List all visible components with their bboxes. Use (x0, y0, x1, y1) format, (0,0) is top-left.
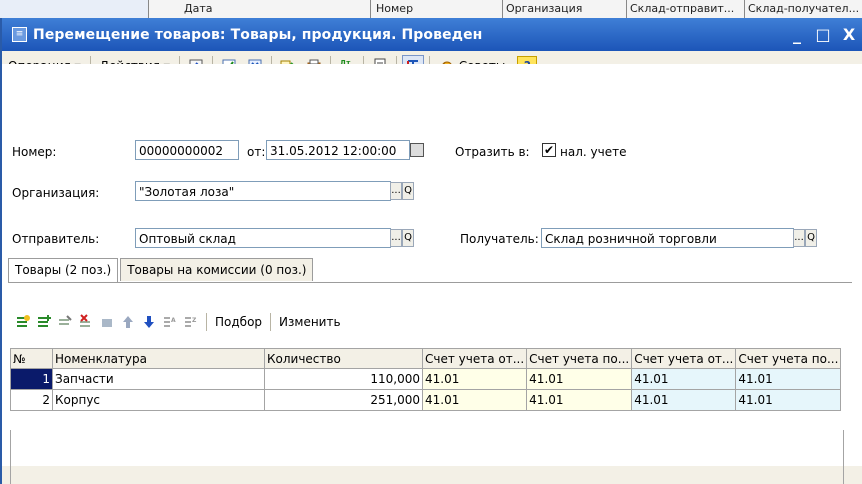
add-row-icon[interactable] (14, 313, 32, 331)
sender-field[interactable]: Оптовый склад (135, 228, 391, 248)
bg-column-organization: Организация (506, 2, 583, 15)
organization-select-button[interactable]: ... (390, 182, 402, 200)
toolbar-separator (206, 313, 207, 331)
row-quantity[interactable]: 251,000 (264, 389, 423, 411)
delete-row-icon[interactable] (77, 313, 95, 331)
bg-column-date: Дата (184, 2, 213, 15)
tab-goods[interactable]: Товары (2 поз.) (8, 258, 119, 283)
column-header-account-sender[interactable]: Счет учета от... (421, 348, 528, 369)
tax-accounting-label: нал. учете (560, 145, 627, 159)
receiver-label: Получатель: (460, 232, 539, 246)
table-row[interactable]: 1 Запчасти 110,000 41.01 41.01 41.01 41.… (10, 368, 842, 390)
tab-strip: Товары (2 поз.) Товары на комиссии (0 по… (8, 258, 315, 283)
svg-text:Z: Z (192, 317, 197, 324)
organization-label: Организация: (12, 186, 100, 200)
row-account-sender-tax[interactable]: 41.01 (631, 389, 737, 411)
organization-open-button[interactable]: Q (402, 182, 414, 200)
sort-asc-icon[interactable]: A (161, 313, 179, 331)
row-account-receiver[interactable]: 41.01 (526, 389, 633, 411)
move-up-icon[interactable] (119, 313, 137, 331)
column-header-account-receiver[interactable]: Счет учета по... (526, 348, 633, 369)
column-separator (148, 0, 149, 18)
tab-goods-on-commission[interactable]: Товары на комиссии (0 поз.) (120, 258, 314, 281)
goods-table: № Номенклатура Количество Счет учета от.… (10, 348, 842, 411)
pick-button[interactable]: Подбор (210, 315, 267, 329)
edit-button[interactable]: Изменить (274, 315, 346, 329)
column-separator (744, 0, 745, 18)
number-label: Номер: (12, 145, 57, 159)
bg-column-number: Номер (376, 2, 414, 15)
row-number[interactable]: 2 (10, 389, 53, 411)
row-account-sender-tax[interactable]: 41.01 (631, 368, 737, 390)
edit-row-icon[interactable] (56, 313, 74, 331)
organization-field[interactable]: "Золотая лоза" (135, 181, 391, 201)
row-account-receiver-tax[interactable]: 41.01 (735, 368, 842, 390)
tax-accounting-checkbox[interactable]: ✔ (542, 143, 556, 157)
row-account-sender[interactable]: 41.01 (421, 368, 528, 390)
row-nomenclature[interactable]: Корпус (52, 389, 265, 411)
bg-column-sender: Склад-отправит... (630, 2, 735, 15)
sender-open-button[interactable]: Q (402, 229, 414, 247)
date-field[interactable]: 31.05.2012 12:00:00 (266, 140, 410, 160)
column-header-quantity[interactable]: Количество (264, 348, 423, 369)
receiver-field[interactable]: Склад розничной торговли (541, 228, 794, 248)
row-nomenclature[interactable]: Запчасти (52, 368, 265, 390)
window-title: Перемещение товаров: Товары, продукция. … (33, 26, 483, 43)
column-header-account-receiver-tax[interactable]: Счет учета по... (735, 348, 842, 369)
end-edit-icon[interactable] (98, 313, 116, 331)
row-quantity[interactable]: 110,000 (264, 368, 423, 390)
row-number[interactable]: 1 (10, 368, 53, 390)
column-separator (626, 0, 627, 18)
row-account-sender[interactable]: 41.01 (421, 389, 528, 411)
close-button[interactable]: X (838, 25, 860, 44)
receiver-open-button[interactable]: Q (805, 229, 817, 247)
copy-row-icon[interactable] (35, 313, 53, 331)
sort-desc-icon[interactable]: Z (182, 313, 200, 331)
number-field[interactable]: 00000000002 (135, 140, 239, 160)
table-toolbar: A Z Подбор Изменить (14, 310, 346, 334)
date-label: от: (247, 145, 266, 159)
toolbar-separator (270, 313, 272, 331)
table-header-row: № Номенклатура Количество Счет учета от.… (10, 348, 842, 369)
receiver-select-button[interactable]: ... (793, 229, 805, 247)
sender-label: Отправитель: (12, 232, 100, 246)
column-separator (370, 0, 371, 18)
row-account-receiver[interactable]: 41.01 (526, 368, 633, 390)
column-separator (502, 0, 503, 18)
background-window-left (0, 0, 148, 18)
title-bar[interactable]: ≡ Перемещение товаров: Товары, продукция… (2, 18, 862, 51)
minimize-button[interactable]: _ (786, 25, 808, 44)
table-row[interactable]: 2 Корпус 251,000 41.01 41.01 41.01 41.01 (10, 389, 842, 411)
bg-column-receiver: Склад-получател... (748, 2, 860, 15)
column-header-number[interactable]: № (10, 348, 53, 369)
move-down-icon[interactable] (140, 313, 158, 331)
column-header-nomenclature[interactable]: Номенклатура (52, 348, 265, 369)
calendar-icon[interactable] (410, 143, 424, 157)
reflect-in-label: Отразить в: (455, 145, 530, 159)
document-icon: ≡ (12, 27, 27, 42)
background-window-header: Дата Номер Организация Склад-отправит...… (0, 0, 862, 19)
sender-select-button[interactable]: ... (390, 229, 402, 247)
table-empty-area[interactable] (10, 430, 844, 484)
column-header-account-sender-tax[interactable]: Счет учета от... (631, 348, 737, 369)
svg-text:A: A (171, 317, 176, 324)
maximize-button[interactable]: □ (812, 25, 834, 44)
row-account-receiver-tax[interactable]: 41.01 (735, 389, 842, 411)
